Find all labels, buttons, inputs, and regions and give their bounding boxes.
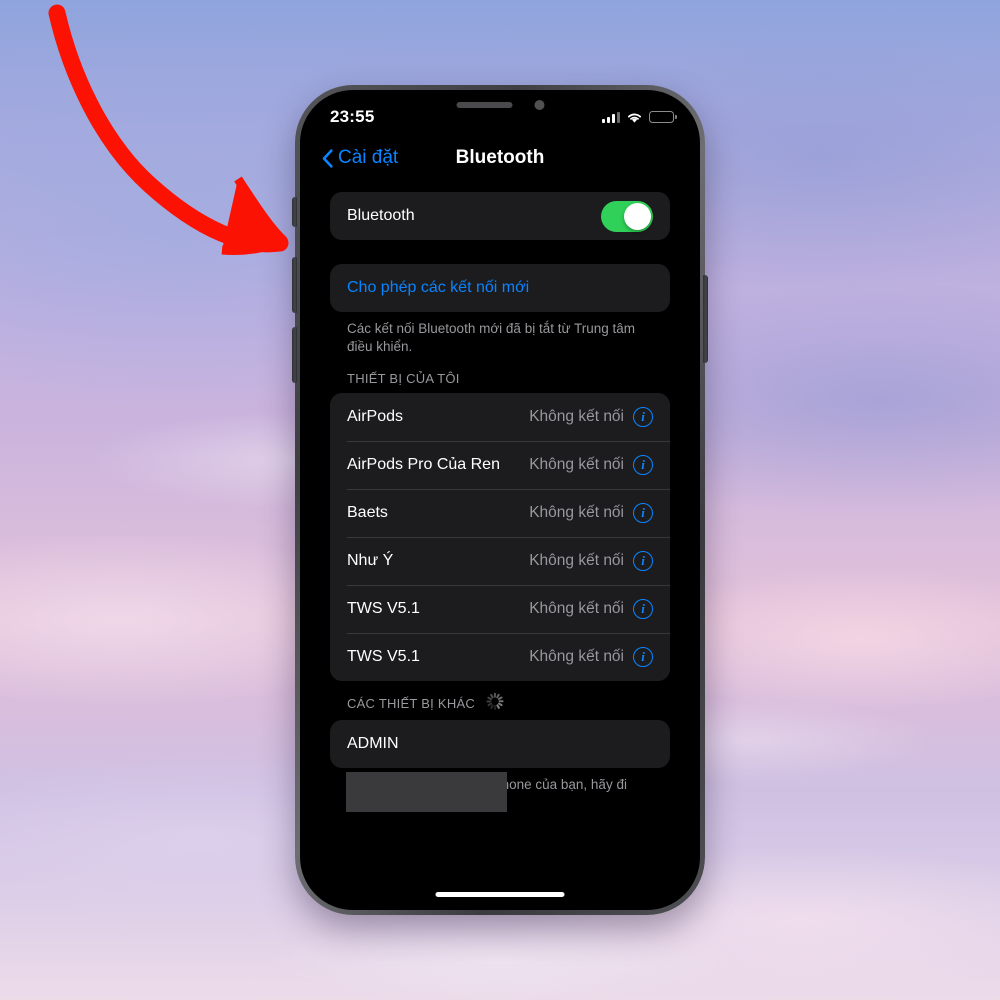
chevron-left-icon xyxy=(322,148,333,168)
device-row-right: Không kết nối i xyxy=(529,550,653,571)
info-circle-icon[interactable]: i xyxy=(633,502,653,523)
device-row[interactable]: AirPods Pro Của Ren Không kết nối i xyxy=(330,440,670,489)
device-connection-status: Không kết nối xyxy=(529,455,624,473)
page-title: Bluetooth xyxy=(455,147,545,168)
bluetooth-toggle-label: Bluetooth xyxy=(347,207,415,224)
device-row[interactable]: ADMIN xyxy=(330,720,670,768)
device-name: AirPods xyxy=(347,407,404,425)
device-row[interactable]: Baets Không kết nối i xyxy=(330,488,670,537)
info-circle-icon[interactable]: i xyxy=(633,598,653,619)
device-row[interactable]: AirPods Không kết nối i xyxy=(330,393,670,441)
device-row[interactable]: TWS V5.1 Không kết nối i xyxy=(330,584,670,633)
info-circle-icon[interactable]: i xyxy=(633,454,653,475)
allow-new-connections-button[interactable]: Cho phép các kết nối mới xyxy=(330,264,670,312)
volume-up-button[interactable] xyxy=(292,257,297,313)
device-row-right: Không kết nối i xyxy=(529,502,653,523)
device-connection-status: Không kết nối xyxy=(529,551,624,569)
device-name: TWS V5.1 xyxy=(347,599,420,617)
other-devices-list: ADMIN xyxy=(330,719,670,768)
device-connection-status: Không kết nối xyxy=(529,407,624,425)
info-circle-icon[interactable]: i xyxy=(633,550,653,571)
front-camera-icon xyxy=(534,100,544,110)
allow-connections-footnote: Các kết nối Bluetooth mới đã bị tắt từ T… xyxy=(347,321,636,355)
bluetooth-toggle-row[interactable]: Bluetooth xyxy=(330,192,670,240)
home-indicator[interactable] xyxy=(435,892,565,897)
device-row-right: Không kết nối i xyxy=(529,598,653,619)
status-bar-time: 23:55 xyxy=(330,107,375,126)
allow-new-connections-label: Cho phép các kết nối mới xyxy=(347,279,530,296)
volume-down-button[interactable] xyxy=(292,327,297,383)
device-name: ADMIN xyxy=(347,734,399,752)
device-connection-status: Không kết nối xyxy=(529,503,624,521)
device-row[interactable]: TWS V5.1 Không kết nối i xyxy=(330,632,670,681)
footnote-visible-text: iPhone của bạn, hãy đi xyxy=(489,776,627,792)
notch xyxy=(407,90,593,120)
battery-low-power-icon xyxy=(649,111,677,123)
iphone-device-frame: 23:55 Cài đặt Bluetooth Bluetooth Cho ph… xyxy=(292,85,708,915)
device-row-right: Không kết nối i xyxy=(529,646,653,667)
other-devices-header-label: CÁC THIẾT BỊ KHÁC xyxy=(347,696,476,712)
other-devices-footnote-wrapper: Để ghép đôi một thiết bịiPhone của bạn, … xyxy=(330,768,670,812)
device-name: AirPods Pro Của Ren xyxy=(347,455,500,473)
back-button-label: Cài đặt xyxy=(338,147,399,168)
allow-connections-card: Cho phép các kết nối mới xyxy=(330,264,670,312)
switch-knob xyxy=(624,202,651,230)
power-button[interactable] xyxy=(703,275,708,363)
cellular-bars-icon xyxy=(602,111,620,123)
my-devices-section-header: THIẾT BỊ CỦA TÔI xyxy=(330,357,670,393)
device-name: Baets xyxy=(347,503,388,521)
wifi-icon xyxy=(628,113,641,123)
redaction-box xyxy=(346,771,507,812)
bluetooth-switch[interactable] xyxy=(601,200,653,232)
device-connection-status: Không kết nối xyxy=(529,647,624,665)
earpiece-speaker-icon xyxy=(456,102,512,108)
my-devices-list: AirPods Không kết nối i AirPods Pro Của Ren… xyxy=(330,392,670,681)
device-name: Như Ý xyxy=(347,551,394,569)
info-circle-icon[interactable]: i xyxy=(633,406,653,427)
device-row-right: Không kết nối i xyxy=(529,454,653,475)
status-bar-icons xyxy=(602,111,677,124)
back-to-settings-button[interactable]: Cài đặt xyxy=(322,147,398,169)
silence-switch[interactable] xyxy=(292,197,297,227)
device-row[interactable]: Như Ý Không kết nối i xyxy=(330,536,670,585)
phone-screen: 23:55 Cài đặt Bluetooth Bluetooth Cho ph… xyxy=(300,90,700,910)
device-row-right: Không kết nối i xyxy=(529,406,653,427)
info-circle-icon[interactable]: i xyxy=(633,646,653,667)
device-connection-status: Không kết nối xyxy=(529,599,624,617)
navigation-bar: Cài đặt Bluetooth xyxy=(300,136,700,180)
scanning-spinner-icon xyxy=(486,692,504,713)
device-name: TWS V5.1 xyxy=(347,647,420,665)
settings-content: Bluetooth Cho phép các kết nối mới Các k… xyxy=(300,180,700,910)
bluetooth-toggle-card: Bluetooth xyxy=(330,192,670,240)
my-devices-header-label: THIẾT BỊ CỦA TÔI xyxy=(347,370,460,386)
other-devices-section-header: CÁC THIẾT BỊ KHÁC xyxy=(330,681,670,720)
